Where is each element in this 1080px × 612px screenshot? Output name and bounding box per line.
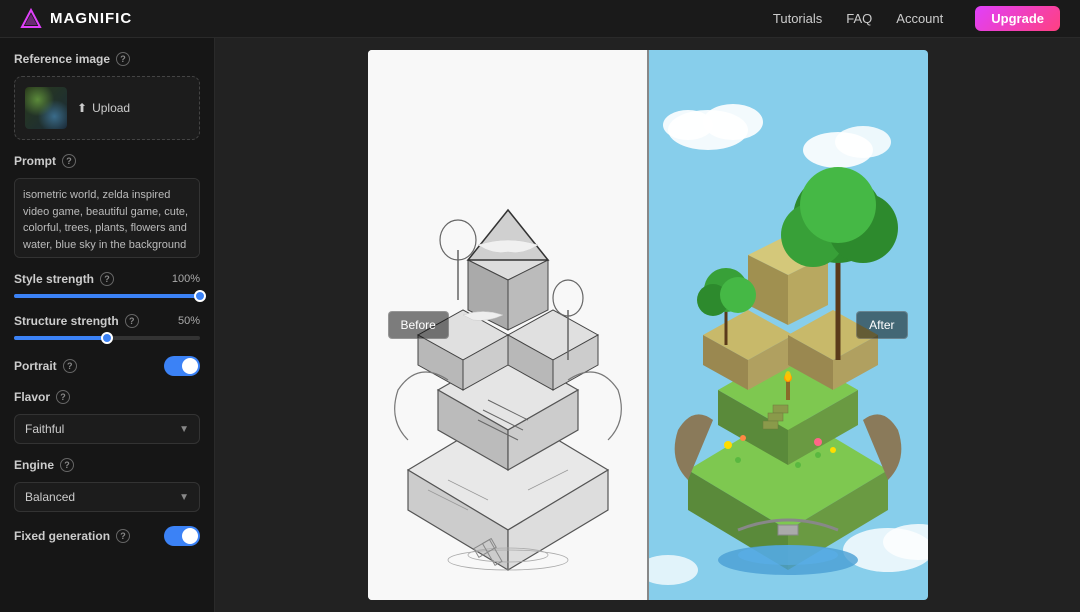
portrait-toggle-knob — [182, 358, 198, 374]
after-label[interactable]: After — [856, 311, 907, 339]
topnav: MAGNIFIC Tutorials FAQ Account Upgrade — [0, 0, 1080, 38]
style-strength-thumb — [194, 290, 206, 302]
structure-strength-help-icon[interactable]: ? — [125, 314, 139, 328]
portrait-label: Portrait ? — [14, 359, 77, 373]
fixed-generation-toggle[interactable] — [164, 526, 200, 546]
flavor-dropdown[interactable]: Faithful ▼ — [14, 414, 200, 444]
comparison-divider[interactable] — [647, 50, 649, 600]
structure-strength-track[interactable] — [14, 336, 200, 340]
upload-icon: ⬆ — [77, 101, 87, 115]
fixed-generation-label: Fixed generation ? — [14, 529, 130, 543]
structure-strength-section: Structure strength ? 50% — [14, 314, 200, 342]
upgrade-button[interactable]: Upgrade — [975, 6, 1060, 31]
brand-name: MAGNIFIC — [50, 10, 132, 27]
nav-account[interactable]: Account — [896, 11, 943, 26]
prompt-label: Prompt ? — [14, 154, 200, 168]
preview-area: Before After — [215, 38, 1080, 612]
comparison-container: Before After — [368, 50, 928, 600]
structure-strength-value: 50% — [178, 315, 200, 327]
portrait-toggle[interactable] — [164, 356, 200, 376]
style-strength-row: Style strength ? 100% — [14, 272, 200, 286]
prompt-input[interactable]: isometric world, zelda inspired video ga… — [14, 178, 200, 258]
flavor-help-icon[interactable]: ? — [56, 390, 70, 404]
reference-thumbnail — [25, 87, 67, 129]
before-label[interactable]: Before — [388, 311, 449, 339]
engine-label: Engine ? — [14, 458, 200, 472]
style-strength-help-icon[interactable]: ? — [100, 272, 114, 286]
engine-help-icon[interactable]: ? — [60, 458, 74, 472]
flavor-dropdown-arrow: ▼ — [179, 424, 189, 435]
reference-image-label: Reference image ? — [14, 52, 200, 66]
flavor-label: Flavor ? — [14, 390, 200, 404]
nav-links: Tutorials FAQ Account Upgrade — [773, 6, 1060, 31]
thumbnail-image — [25, 87, 67, 129]
fixed-generation-toggle-knob — [182, 528, 198, 544]
style-strength-section: Style strength ? 100% — [14, 272, 200, 300]
style-strength-label: Style strength ? — [14, 272, 114, 286]
fixed-generation-help-icon[interactable]: ? — [116, 529, 130, 543]
fixed-generation-section: Fixed generation ? — [14, 526, 200, 546]
upload-button[interactable]: ⬆ Upload — [77, 101, 130, 115]
structure-strength-fill — [14, 336, 107, 340]
logo-icon — [20, 8, 42, 30]
structure-strength-label: Structure strength ? — [14, 314, 139, 328]
structure-strength-thumb — [101, 332, 113, 344]
nav-faq[interactable]: FAQ — [846, 11, 872, 26]
reference-image-help-icon[interactable]: ? — [116, 52, 130, 66]
portrait-section: Portrait ? — [14, 356, 200, 376]
portrait-help-icon[interactable]: ? — [63, 359, 77, 373]
sidebar: Reference image ? ⬆ Upload Prompt ? isom… — [0, 38, 215, 612]
engine-dropdown-arrow: ▼ — [179, 492, 189, 503]
engine-section: Engine ? Balanced ▼ — [14, 458, 200, 512]
style-strength-fill — [14, 294, 200, 298]
style-strength-track[interactable] — [14, 294, 200, 298]
logo: MAGNIFIC — [20, 8, 132, 30]
nav-tutorials[interactable]: Tutorials — [773, 11, 822, 26]
reference-image-section: Reference image ? ⬆ Upload — [14, 52, 200, 140]
prompt-help-icon[interactable]: ? — [62, 154, 76, 168]
main-layout: Reference image ? ⬆ Upload Prompt ? isom… — [0, 38, 1080, 612]
structure-strength-row: Structure strength ? 50% — [14, 314, 200, 328]
prompt-section: Prompt ? isometric world, zelda inspired… — [14, 154, 200, 258]
engine-dropdown[interactable]: Balanced ▼ — [14, 482, 200, 512]
flavor-section: Flavor ? Faithful ▼ — [14, 390, 200, 444]
reference-image-box: ⬆ Upload — [14, 76, 200, 140]
style-strength-value: 100% — [172, 273, 200, 285]
